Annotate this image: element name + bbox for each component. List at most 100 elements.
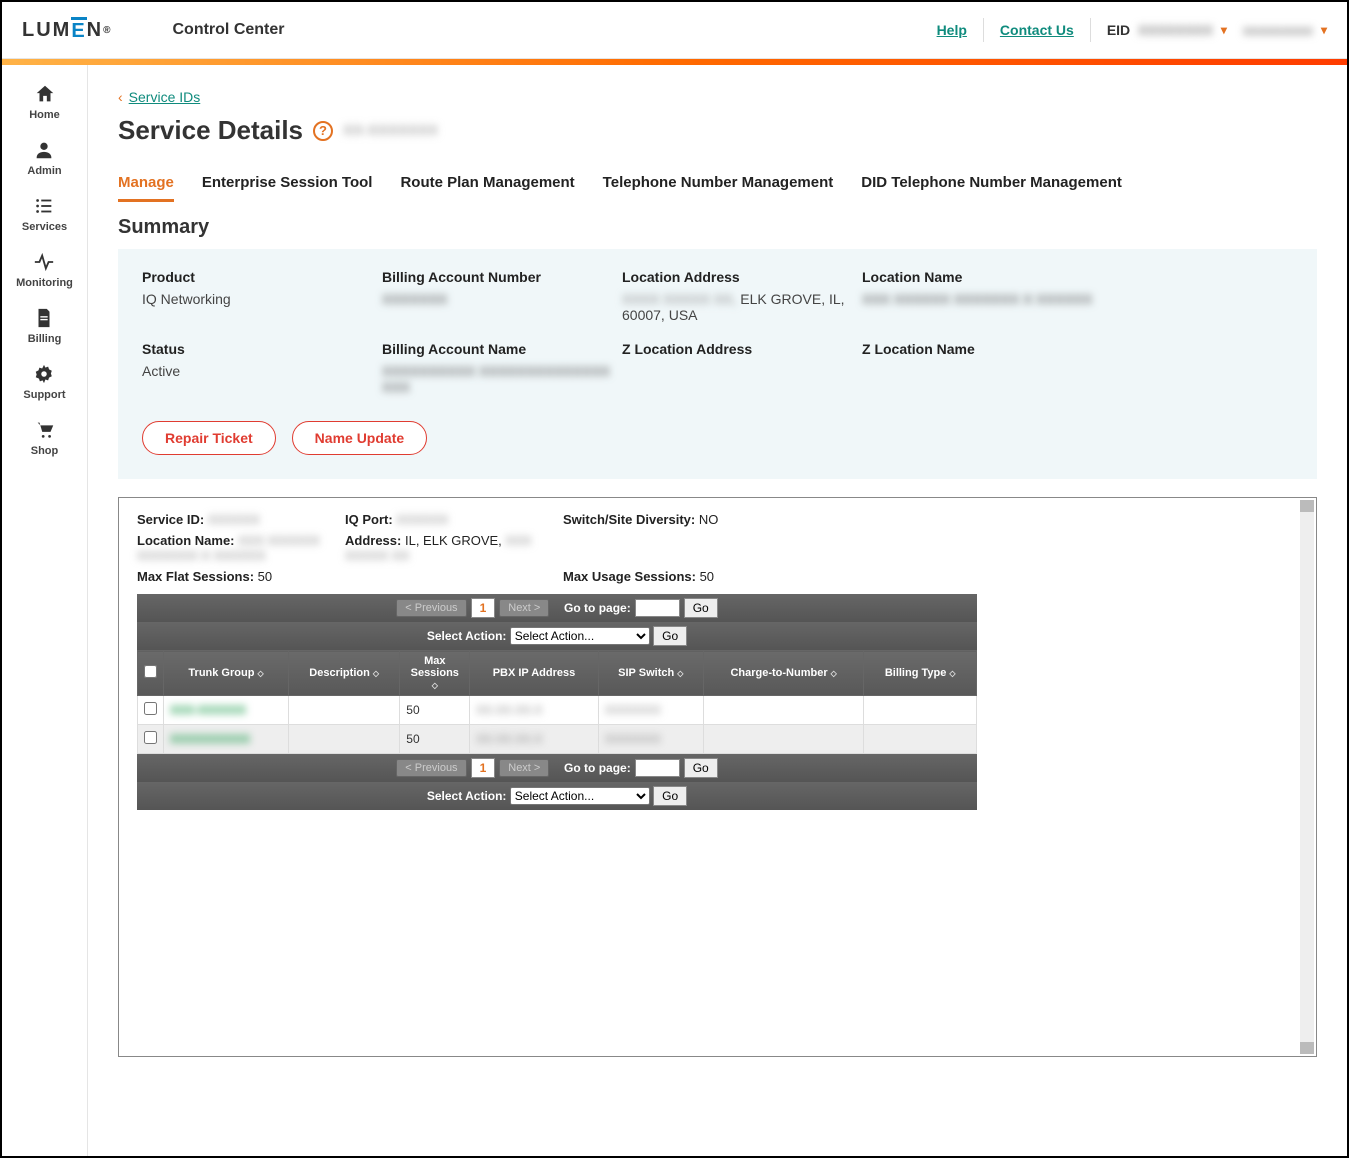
max-flat-sessions-value: 50 — [258, 569, 272, 584]
goto-page-go-button[interactable]: Go — [684, 758, 718, 778]
nav-support[interactable]: Support — [23, 363, 65, 401]
prev-page-button[interactable]: < Previous — [396, 759, 466, 777]
select-all-checkbox[interactable] — [144, 665, 157, 678]
service-id-label: Service ID: — [137, 512, 204, 527]
tab-manage[interactable]: Manage — [118, 174, 174, 202]
eid-dropdown[interactable]: EID XXXXXXXX ▾ — [1107, 22, 1227, 38]
left-nav: Home Admin Services Monitoring Billing S… — [2, 65, 88, 1156]
cell-description — [289, 696, 400, 725]
col-max-sessions[interactable]: Max Sessions ◇ — [400, 651, 470, 696]
user-dropdown[interactable]: xxxxxxxxx ▾ — [1243, 22, 1327, 38]
cell-charge-to — [703, 725, 863, 754]
select-action-bar-bottom: Select Action: Select Action... Go — [137, 782, 977, 810]
goto-page-input[interactable] — [635, 599, 680, 617]
max-usage-sessions-label: Max Usage Sessions: — [563, 569, 696, 584]
status-value: Active — [142, 363, 382, 379]
prev-page-button[interactable]: < Previous — [396, 599, 466, 617]
next-page-button[interactable]: Next > — [499, 599, 549, 617]
select-action-go-button[interactable]: Go — [653, 786, 687, 806]
status-label: Status — [142, 341, 382, 357]
select-action-go-button[interactable]: Go — [653, 626, 687, 646]
page-number[interactable]: 1 — [471, 598, 496, 618]
ban-label: Billing Account Number — [382, 269, 622, 285]
service-id-value: XX-XXXXXXX — [343, 122, 438, 139]
location-address-value: XXXX XXXXX XX, ELK GROVE, IL, 60007, USA — [622, 291, 862, 323]
product-value: IQ Networking — [142, 291, 382, 307]
nav-label: Admin — [27, 165, 61, 177]
tab-route-plan-management[interactable]: Route Plan Management — [400, 174, 574, 202]
nav-label: Shop — [31, 445, 59, 457]
col-description[interactable]: Description ◇ — [289, 651, 400, 696]
col-sip-switch[interactable]: SIP Switch ◇ — [598, 651, 703, 696]
iq-port-value: XXXXXX — [396, 512, 448, 527]
name-update-button[interactable]: Name Update — [292, 421, 427, 455]
eid-value: XXXXXXXX — [1138, 22, 1213, 38]
page-title: Service Details — [118, 115, 303, 146]
summary-panel: Product IQ Networking Billing Account Nu… — [118, 249, 1317, 479]
nav-label: Services — [22, 221, 67, 233]
contact-us-link[interactable]: Contact Us — [1000, 22, 1074, 38]
nav-monitoring[interactable]: Monitoring — [16, 251, 73, 289]
inner-scrollbar[interactable] — [1300, 500, 1314, 1054]
help-info-icon[interactable]: ? — [313, 121, 333, 141]
col-billing-type[interactable]: Billing Type ◇ — [864, 651, 977, 696]
trunk-group-link[interactable]: XXX-XXXXXX — [170, 703, 246, 717]
col-charge-to-number[interactable]: Charge-to-Number ◇ — [703, 651, 863, 696]
cell-charge-to — [703, 696, 863, 725]
lumen-logo: LUMEN® — [22, 18, 113, 42]
repair-ticket-button[interactable]: Repair Ticket — [142, 421, 276, 455]
tab-telephone-number-management[interactable]: Telephone Number Management — [603, 174, 834, 202]
iq-port-label: IQ Port: — [345, 512, 393, 527]
goto-page-label: Go to page: — [564, 601, 631, 615]
col-trunk-group[interactable]: Trunk Group ◇ — [164, 651, 289, 696]
list-icon — [33, 195, 55, 217]
activity-icon — [33, 251, 55, 273]
tab-did-telephone-number-management[interactable]: DID Telephone Number Management — [861, 174, 1122, 202]
nav-shop[interactable]: Shop — [31, 419, 59, 457]
location-name-label: Location Name — [862, 269, 1102, 285]
goto-page-go-button[interactable]: Go — [684, 598, 718, 618]
trunk-group-table: Trunk Group ◇ Description ◇ Max Sessions… — [137, 650, 977, 754]
nav-admin[interactable]: Admin — [27, 139, 61, 177]
nav-label: Monitoring — [16, 277, 73, 289]
row-checkbox[interactable] — [144, 702, 157, 715]
z-location-name-label: Z Location Name — [862, 341, 1102, 357]
cart-icon — [34, 419, 56, 441]
service-id-value-inner: XXXXXX — [208, 512, 260, 527]
billing-account-name-label: Billing Account Name — [382, 341, 622, 357]
address-label-inner: Address: — [345, 533, 401, 548]
row-checkbox[interactable] — [144, 731, 157, 744]
page-number[interactable]: 1 — [471, 758, 496, 778]
location-name-label-inner: Location Name: — [137, 533, 235, 548]
cell-description — [289, 725, 400, 754]
col-pbx-ip[interactable]: PBX IP Address — [470, 651, 598, 696]
table-row: XXXXXXXXXX 50 XX.XX.XX.X XXXXXXX — [138, 725, 977, 754]
trunk-group-frame: Service ID: XXXXXX IQ Port: XXXXXX Switc… — [118, 497, 1317, 1057]
z-location-address-label: Z Location Address — [622, 341, 862, 357]
goto-page-input[interactable] — [635, 759, 680, 777]
pager-bar-top: < Previous 1 Next > Go to page: Go — [137, 594, 977, 622]
breadcrumb-service-ids[interactable]: Service IDs — [129, 89, 201, 105]
switch-diversity-label: Switch/Site Diversity: — [563, 512, 695, 527]
next-page-button[interactable]: Next > — [499, 759, 549, 777]
trunk-group-link[interactable]: XXXXXXXXXX — [170, 732, 250, 746]
cell-billing-type — [864, 725, 977, 754]
nav-label: Support — [23, 389, 65, 401]
table-row: XXX-XXXXXX 50 XX.XX.XX.X XXXXXXX — [138, 696, 977, 725]
chevron-down-icon: ▾ — [1321, 23, 1327, 37]
nav-home[interactable]: Home — [29, 83, 60, 121]
select-action-dropdown[interactable]: Select Action... — [510, 627, 650, 645]
cell-sip-switch: XXXXXXX — [605, 703, 661, 717]
switch-diversity-value: NO — [699, 512, 719, 527]
cell-billing-type — [864, 696, 977, 725]
home-icon — [34, 83, 56, 105]
help-link[interactable]: Help — [937, 22, 967, 38]
select-action-dropdown[interactable]: Select Action... — [510, 787, 650, 805]
app-title: Control Center — [173, 21, 285, 39]
nav-services[interactable]: Services — [22, 195, 67, 233]
cell-max-sessions: 50 — [400, 696, 470, 725]
user-value: xxxxxxxxx — [1243, 22, 1313, 38]
nav-billing[interactable]: Billing — [28, 307, 62, 345]
cell-pbx-ip: XX.XX.XX.X — [476, 732, 542, 746]
tab-enterprise-session-tool[interactable]: Enterprise Session Tool — [202, 174, 373, 202]
